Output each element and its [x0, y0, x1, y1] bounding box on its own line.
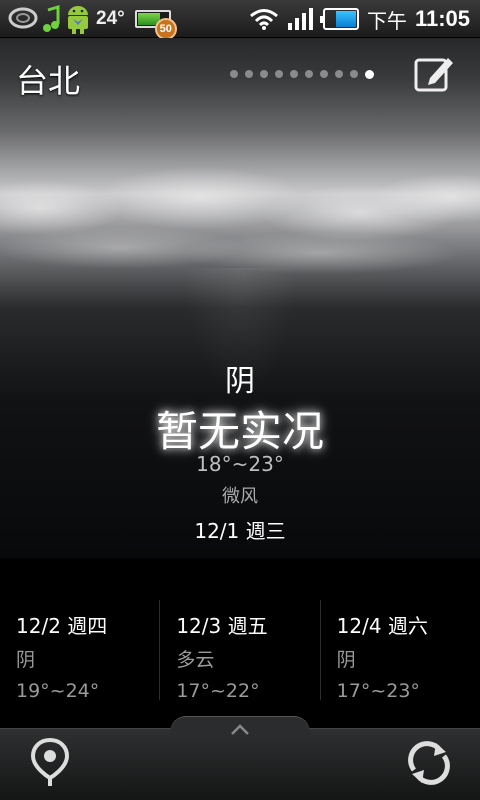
- page-dot: [260, 70, 268, 78]
- current-date: 12/1 週三: [194, 519, 286, 543]
- status-time: 11:05: [414, 6, 470, 31]
- forecast-temp-range: 17°~22°: [176, 680, 260, 702]
- status-bar-left: 24° 50: [8, 2, 177, 40]
- forecast-day[interactable]: 12/4 週六 阴 17°~23°: [319, 600, 480, 702]
- status-bar-right: 下午 11:05: [249, 2, 470, 36]
- page-indicator: [230, 70, 374, 79]
- expand-handle[interactable]: [170, 716, 310, 740]
- music-note-icon: [43, 4, 60, 32]
- forecast-temp-range: 17°~23°: [336, 680, 420, 702]
- page-dot: [290, 70, 298, 78]
- forecast-date: 12/2 週四: [16, 614, 108, 638]
- forecast-date: 12/4 週六: [336, 614, 428, 638]
- battery-badge: 50: [154, 18, 177, 40]
- forecast-condition: 阴: [336, 649, 356, 671]
- page-dot: [305, 70, 313, 78]
- cloud-layer: [0, 138, 480, 278]
- forecast-day[interactable]: 12/3 週五 多云 17°~22°: [159, 600, 319, 702]
- forecast-list: 12/2 週四 阴 19°~24° 12/3 週五 多云 17°~22° 12/…: [0, 600, 480, 702]
- page-dot: [320, 70, 328, 78]
- city-name[interactable]: 台北: [16, 56, 80, 102]
- signal-icon: [287, 8, 313, 30]
- page-dot: [275, 70, 283, 78]
- weather-background: [0, 38, 480, 558]
- refresh-icon[interactable]: [406, 740, 452, 786]
- battery-icon: [319, 8, 359, 30]
- page-dot: [230, 70, 238, 78]
- notification-swirl-icon: [8, 7, 38, 29]
- current-temp-range: 18°~23°: [196, 452, 284, 476]
- location-pin-icon[interactable]: [30, 738, 70, 788]
- page-dot: [335, 70, 343, 78]
- current-wind: 微风: [222, 486, 258, 507]
- battery-status-icon: 50: [134, 10, 177, 40]
- page-dot: [365, 70, 374, 79]
- page-dot: [350, 70, 358, 78]
- status-ampm: 下午: [366, 8, 407, 33]
- forecast-condition: 阴: [16, 649, 36, 671]
- forecast-date: 12/3 週五: [176, 614, 268, 638]
- current-report-status: 暂无实况: [155, 407, 324, 456]
- page-dot: [245, 70, 253, 78]
- wifi-icon: [249, 9, 278, 30]
- status-temperature: 24°: [96, 8, 125, 29]
- android-icon: [68, 6, 88, 34]
- chevron-up-icon: [231, 724, 249, 735]
- status-bar: 24° 50 下午 11:05: [0, 0, 480, 40]
- current-condition: 阴: [225, 364, 255, 399]
- edit-icon[interactable]: [414, 54, 456, 92]
- forecast-day[interactable]: 12/2 週四 阴 19°~24°: [0, 600, 159, 702]
- forecast-condition: 多云: [176, 649, 215, 671]
- forecast-temp-range: 19°~24°: [16, 680, 100, 702]
